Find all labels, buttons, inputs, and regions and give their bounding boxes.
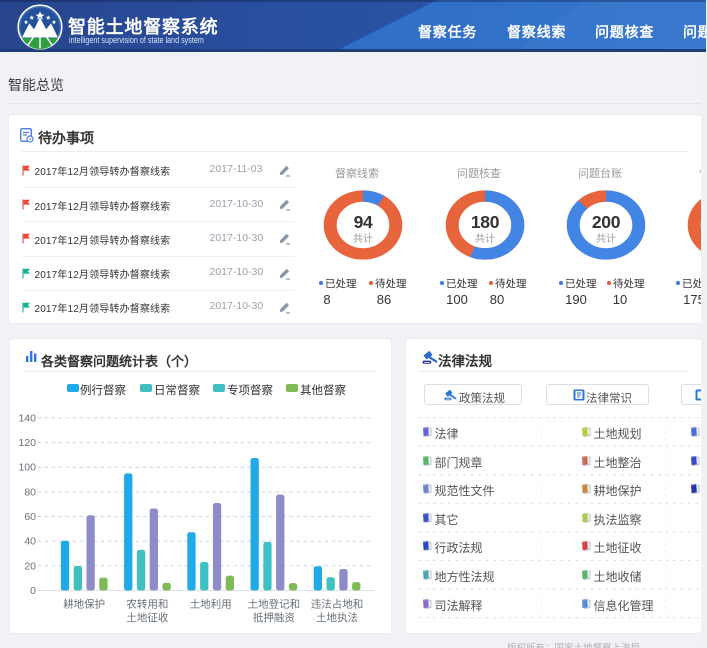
svg-text:80: 80 [24,486,36,498]
svg-text:抵押融资: 抵押融资 [253,611,295,624]
svg-text:100: 100 [18,462,36,474]
svg-text:土地登记和: 土地登记和 [248,598,301,611]
svg-text:耕地保护: 耕地保护 [63,598,105,611]
svg-text:140: 140 [18,412,36,424]
svg-text:土地征收: 土地征收 [126,611,168,624]
svg-text:违法占地和: 违法占地和 [311,598,364,611]
svg-text:农转用和: 农转用和 [126,598,168,611]
svg-text:土地利用: 土地利用 [190,598,232,611]
svg-text:40: 40 [24,536,36,548]
svg-text:20: 20 [24,560,36,572]
svg-text:120: 120 [18,437,36,449]
svg-text:土地执法: 土地执法 [316,611,358,624]
svg-text:60: 60 [24,511,36,523]
svg-text:0: 0 [30,585,36,597]
